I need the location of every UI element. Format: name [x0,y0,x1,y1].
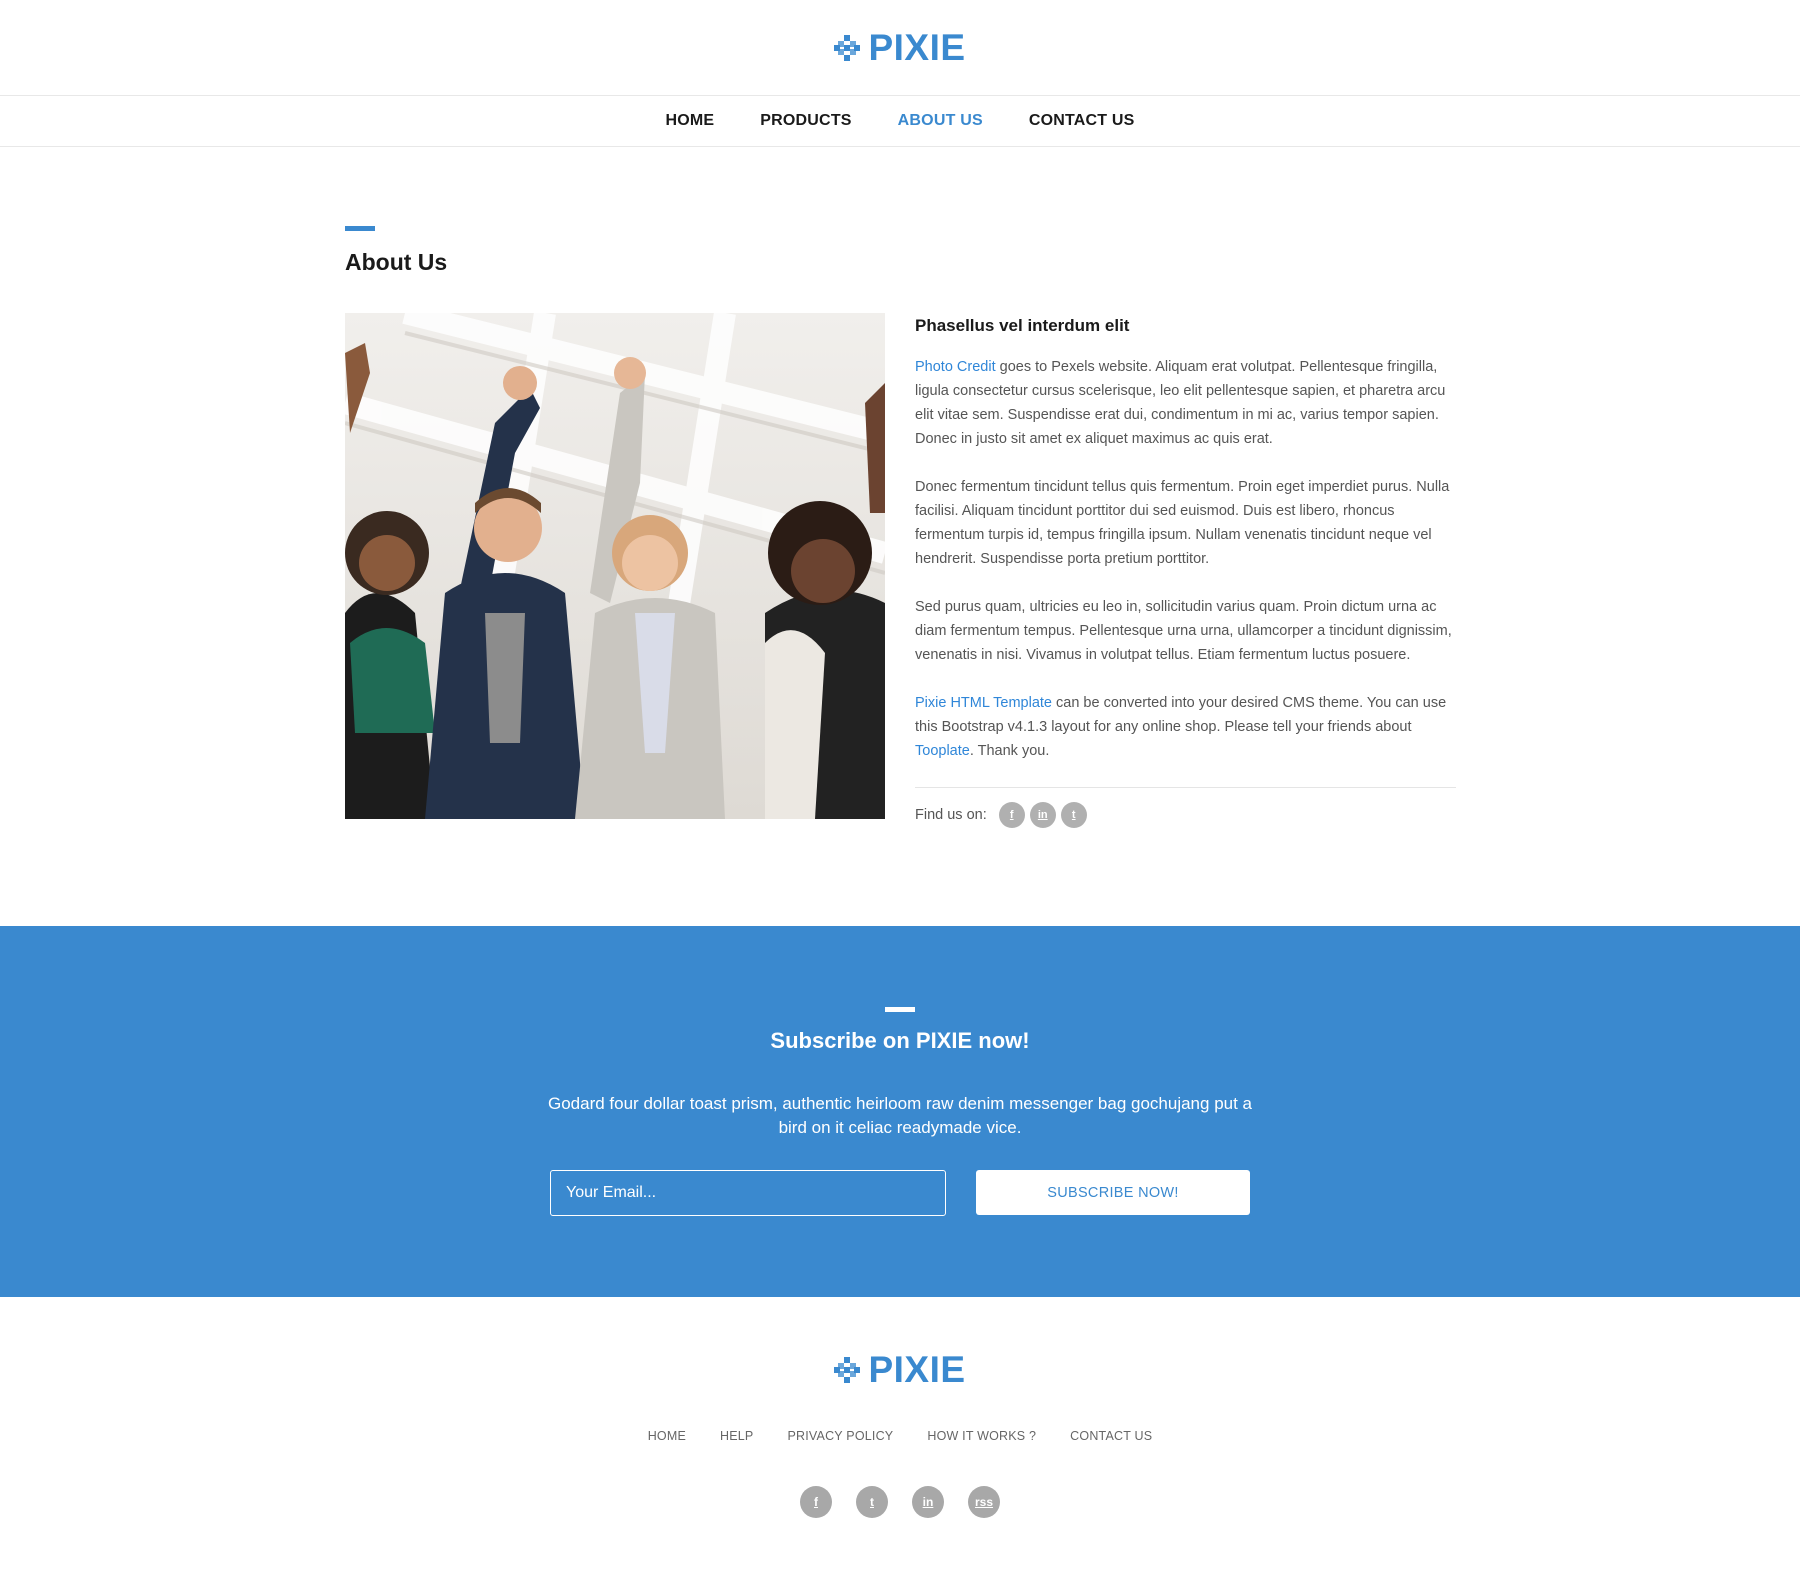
pixie-template-link[interactable]: Pixie HTML Template [915,695,1052,711]
content-divider [915,787,1456,788]
about-paragraph-1: Photo Credit goes to Pexels website. Ali… [915,359,1446,447]
footer-link-home[interactable]: HOME [648,1429,686,1443]
nav-item-contact-us[interactable]: CONTACT US [1029,112,1135,130]
footer-social: f t in rss [0,1486,1800,1518]
page-title: About Us [345,249,448,275]
brand-name: PIXIE [868,26,966,68]
about-paragraph-2: Donec fermentum tincidunt tellus quis fe… [915,479,1450,567]
facebook-icon[interactable]: f [998,802,1025,828]
content-subtitle: Phasellus vel interdum elit [915,316,1130,335]
main-nav: HOME PRODUCTS ABOUT US CONTACT US [0,96,1800,147]
site-footer: PIXIE HOME HELP PRIVACY POLICY HOW IT WO… [0,1297,1800,1579]
nav-item-home[interactable]: HOME [665,112,714,130]
subscribe-button[interactable]: SUBSCRIBE NOW! [976,1170,1250,1215]
about-content: Phasellus vel interdum elit Photo Credit… [915,313,1456,828]
footer-link-contact-us[interactable]: CONTACT US [1070,1429,1152,1443]
find-us-row: Find us on: f in t [915,802,1456,828]
subscribe-section: Subscribe on PIXIE now! Godard four doll… [0,926,1800,1297]
twitter-icon[interactable]: t [1060,802,1087,828]
twitter-icon[interactable]: t [856,1486,888,1518]
email-field[interactable] [550,1170,946,1216]
site-header: PIXIE [0,0,1800,96]
team-photo [345,313,885,819]
linkedin-icon[interactable]: in [912,1486,944,1518]
about-paragraph-3: Sed purus quam, ultricies eu leo in, sol… [915,599,1452,663]
team-photo-illustration [345,313,885,819]
pixie-logo-icon [834,34,861,61]
section-accent-bar [345,226,375,231]
nav-item-products[interactable]: PRODUCTS [760,112,851,130]
subscribe-text: Godard four dollar toast prism, authenti… [548,1094,1252,1137]
footer-brand-name: PIXIE [868,1349,966,1390]
pixie-logo-icon [834,1357,861,1383]
about-paragraph-4: Pixie HTML Template can be converted int… [915,695,1447,759]
footer-logo[interactable]: PIXIE [0,1349,1800,1391]
find-us-label: Find us on: [915,807,987,823]
subscribe-accent-bar [885,1007,915,1012]
linkedin-icon[interactable]: in [1029,802,1056,828]
footer-nav: HOME HELP PRIVACY POLICY HOW IT WORKS ? … [0,1429,1800,1443]
tooplate-link[interactable]: Tooplate [915,743,970,759]
subscribe-heading: Subscribe on PIXIE now! [770,1028,1030,1053]
facebook-icon[interactable]: f [800,1486,832,1518]
rss-icon[interactable]: rss [968,1486,1000,1518]
about-section: About Us Phasellus vel interdum elit Pho… [0,147,1800,926]
footer-link-help[interactable]: HELP [720,1429,753,1443]
brand-logo[interactable]: PIXIE [834,27,965,69]
footer-link-privacy-policy[interactable]: PRIVACY POLICY [787,1429,893,1443]
photo-credit-link[interactable]: Photo Credit [915,359,996,375]
footer-link-how-it-works[interactable]: HOW IT WORKS ? [927,1429,1036,1443]
nav-item-about-us[interactable]: ABOUT US [898,112,983,130]
